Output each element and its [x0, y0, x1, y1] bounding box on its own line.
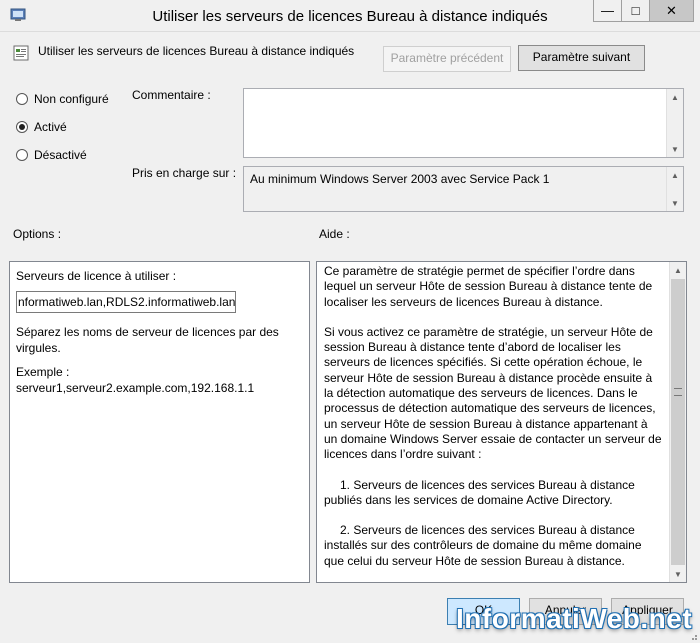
grip-icon: [674, 388, 682, 396]
scroll-thumb[interactable]: [671, 279, 685, 565]
options-heading: Options :: [13, 227, 62, 241]
scroll-up-icon[interactable]: ▲: [667, 89, 683, 105]
servers-label: Serveurs de licence à utiliser :: [16, 269, 177, 283]
radio-enabled[interactable]: Activé: [16, 120, 67, 134]
supported-on-label: Pris en charge sur :: [132, 166, 237, 180]
supported-scrollbar[interactable]: ▲ ▼: [666, 167, 683, 211]
comment-label: Commentaire :: [132, 88, 211, 102]
help-paragraph: 2. Serveurs de licences des services Bur…: [324, 523, 642, 568]
radio-label-disabled: Désactivé: [34, 148, 87, 162]
scroll-up-icon[interactable]: ▲: [670, 262, 686, 278]
help-heading: Aide :: [319, 227, 350, 241]
title-bar: Utiliser les serveurs de licences Bureau…: [0, 0, 700, 32]
scroll-down-icon[interactable]: ▼: [667, 141, 683, 157]
radio-indicator-selected: [16, 121, 28, 133]
previous-setting-button[interactable]: Paramètre précédent: [383, 46, 511, 72]
radio-indicator: [16, 149, 28, 161]
separate-note: Séparez les noms de serveur de licences …: [16, 325, 279, 355]
resize-grip-icon[interactable]: [686, 629, 698, 641]
radio-indicator: [16, 93, 28, 105]
policy-setting-icon: [13, 45, 29, 61]
radio-label-enabled: Activé: [34, 120, 67, 134]
servers-input[interactable]: nformatiweb.lan,RDLS2.informatiweb.lan: [16, 291, 236, 313]
help-paragraph: Si vous activez ce paramètre de stratégi…: [324, 324, 662, 462]
example-label: Exemple :: [16, 365, 70, 379]
policy-name: Utiliser les serveurs de licences Bureau…: [38, 44, 355, 58]
comment-scrollbar[interactable]: ▲ ▼: [666, 89, 683, 157]
watermark: InformatiWeb.net: [456, 603, 693, 634]
supported-on-value: Au minimum Windows Server 2003 avec Serv…: [250, 172, 550, 186]
minimize-button[interactable]: —: [593, 0, 621, 22]
example-value: serveur1,serveur2.example.com,192.168.1.…: [16, 381, 255, 395]
options-panel: Serveurs de licence à utiliser : nformat…: [9, 261, 310, 583]
next-setting-button[interactable]: Paramètre suivant: [518, 45, 645, 71]
scroll-up-icon[interactable]: ▲: [667, 167, 683, 183]
scroll-down-icon[interactable]: ▼: [670, 566, 686, 582]
help-paragraph: Ce paramètre de stratégie permet de spéc…: [324, 264, 653, 309]
maximize-button[interactable]: □: [621, 0, 649, 22]
help-paragraph: 1. Serveurs de licences des services Bur…: [324, 477, 635, 507]
help-scrollbar[interactable]: ▲ ▼: [669, 262, 686, 582]
supported-on-field: Au minimum Windows Server 2003 avec Serv…: [243, 166, 684, 212]
close-button[interactable]: ✕: [649, 0, 694, 22]
scroll-down-icon[interactable]: ▼: [667, 195, 683, 211]
help-panel: Ce paramètre de stratégie permet de spéc…: [316, 261, 687, 583]
radio-disabled[interactable]: Désactivé: [16, 148, 87, 162]
help-text: Ce paramètre de stratégie permet de spéc…: [324, 264, 664, 584]
radio-label-not-configured: Non configuré: [34, 92, 109, 106]
comment-textarea[interactable]: ▲ ▼: [243, 88, 684, 158]
radio-not-configured[interactable]: Non configuré: [16, 92, 109, 106]
